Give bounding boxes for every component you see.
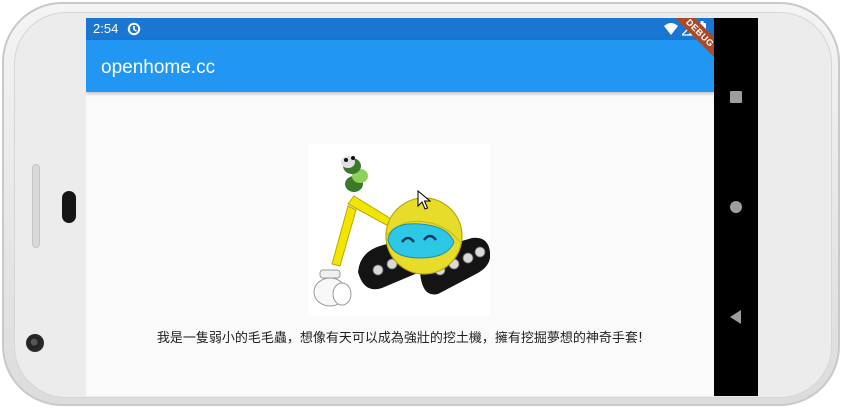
side-button: [32, 164, 40, 248]
home-button[interactable]: [730, 201, 742, 213]
recents-button[interactable]: [730, 91, 742, 103]
device-screen: 2:54 openhome.cc DEBUG 我是一隻弱小的毛毛蟲，想像有天可以…: [86, 18, 758, 396]
status-bar: 2:54: [86, 18, 714, 40]
navigation-bar: [714, 18, 758, 396]
excavator-arm: [331, 205, 357, 267]
back-button[interactable]: [730, 310, 741, 324]
status-time: 2:54: [93, 21, 119, 36]
app-bar: openhome.cc: [86, 40, 714, 92]
mouse-cursor-icon: [417, 190, 431, 210]
front-camera: [26, 334, 44, 352]
caterpillar-excavator-image: [308, 144, 490, 316]
white-glove: [313, 269, 352, 307]
wifi-icon: [664, 23, 678, 35]
image-caption: 我是一隻弱小的毛毛蟲，想像有天可以成為強壯的挖土機，擁有挖掘夢想的神奇手套!: [156, 331, 644, 346]
sync-icon: [127, 22, 141, 36]
caterpillar-worm: [341, 156, 368, 192]
app-title: openhome.cc: [101, 57, 216, 78]
front-sensor: [62, 191, 76, 223]
